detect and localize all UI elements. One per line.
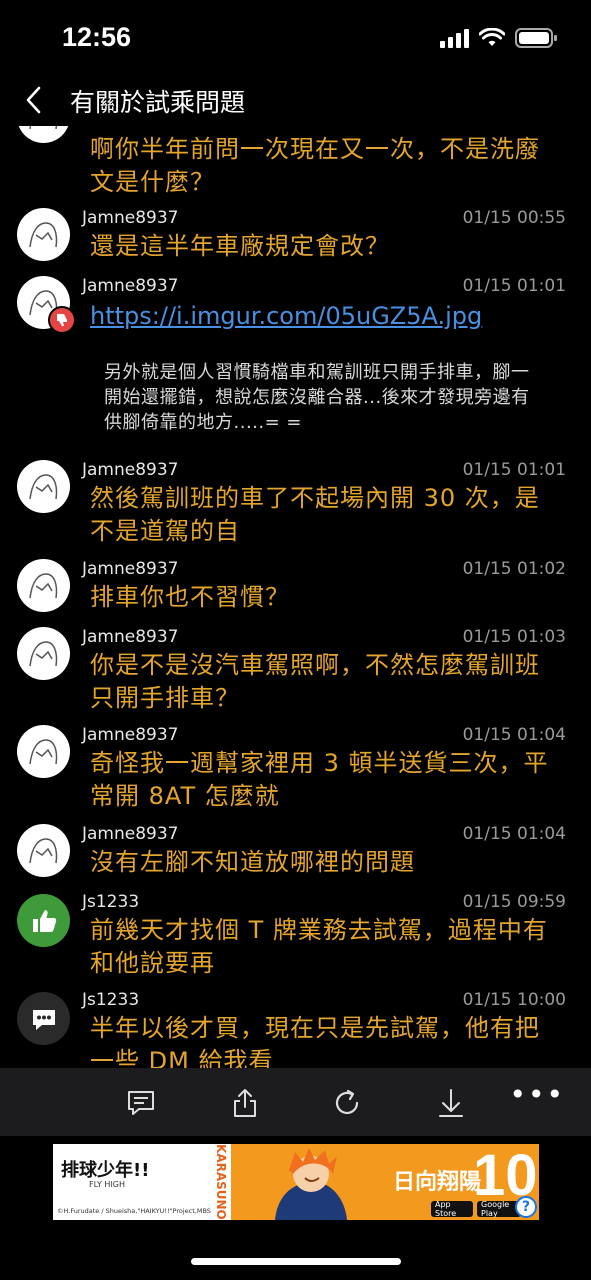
timestamp: 01/15 09:59 bbox=[462, 892, 566, 912]
message-text: 然後駕訓班的車了不起場內開 30 次，是不是道駕的自 bbox=[90, 484, 540, 545]
cellular-signal-icon bbox=[440, 28, 469, 48]
username[interactable]: Jamne8937 bbox=[82, 208, 179, 228]
back-button[interactable] bbox=[14, 80, 54, 120]
username[interactable]: Jamne8937 bbox=[82, 824, 179, 844]
comment-icon bbox=[128, 1091, 154, 1115]
username[interactable]: Jamne8937 bbox=[82, 559, 179, 579]
ad-logo: 排球少年!! bbox=[61, 1160, 150, 1181]
avatar[interactable] bbox=[17, 725, 70, 778]
status-icons bbox=[440, 28, 557, 48]
message-text: 前幾天才找個 T 牌業務去試駕，過程中有和他說要再 bbox=[90, 916, 548, 977]
home-indicator bbox=[191, 1258, 401, 1265]
username[interactable]: Jamne8937 bbox=[82, 460, 179, 480]
avatar[interactable] bbox=[17, 824, 70, 877]
username[interactable]: Jamne8937 bbox=[82, 276, 179, 296]
app-store-button[interactable]: App Store bbox=[431, 1200, 473, 1218]
chat-bubble-icon bbox=[32, 1009, 55, 1030]
bottom-toolbar: ••• bbox=[0, 1068, 591, 1136]
message-text: 啊你半年前問一次現在又一次，不是洗廢文是什麼？ bbox=[90, 135, 540, 196]
user-sketch-icon bbox=[28, 473, 57, 499]
timestamp: 01/15 01:04 bbox=[462, 824, 566, 844]
username[interactable]: Js1233 bbox=[82, 892, 139, 912]
message-text: 排車你也不習慣？ bbox=[90, 583, 290, 611]
ad-brand: KARASUNO bbox=[211, 1144, 231, 1220]
message-text: 半年以後才買，現在只是先試駕，他有把一些 DM 給我看 bbox=[90, 1014, 540, 1068]
timestamp: 01/15 01:03 bbox=[462, 627, 566, 647]
chevron-left-icon bbox=[26, 86, 41, 114]
timestamp: 01/15 01:02 bbox=[462, 559, 566, 579]
avatar[interactable] bbox=[17, 894, 70, 947]
avatar[interactable] bbox=[17, 559, 70, 612]
user-sketch-icon bbox=[28, 572, 57, 598]
thumbs-down-badge-icon bbox=[48, 306, 76, 334]
message-list[interactable]: 啊你半年前問一次現在又一次，不是洗廢文是什麼？ Jamne8937 01/15 … bbox=[0, 126, 591, 1068]
status-bar: 12:56 bbox=[0, 0, 591, 80]
user-sketch-icon bbox=[28, 738, 57, 764]
ad-copyright: ©H.Furudate / Shueisha,"HAIKYU!!"Project… bbox=[57, 1207, 211, 1215]
image-link[interactable]: https://i.imgur.com/05uGZ5A.jpg bbox=[90, 302, 482, 330]
share-button[interactable] bbox=[228, 1086, 262, 1120]
username[interactable]: Jamne8937 bbox=[82, 627, 179, 647]
ad-logo-panel: 排球少年!! FLY HIGH ©H.Furudate / Shueisha,"… bbox=[53, 1144, 223, 1220]
page-title: 有關於試乘問題 bbox=[70, 88, 246, 117]
refresh-icon bbox=[335, 1089, 359, 1115]
help-icon[interactable]: ? bbox=[515, 1196, 537, 1218]
ad-headline: 日向翔陽 bbox=[393, 1170, 482, 1195]
nav-bar: 有關於試乘問題 bbox=[0, 80, 591, 126]
username[interactable]: Js1233 bbox=[82, 990, 139, 1010]
timestamp: 01/15 01:01 bbox=[462, 276, 566, 296]
message-text: 沒有左腳不知道放哪裡的問題 bbox=[90, 848, 415, 876]
message-text: 你是不是沒汽車駕照啊，不然怎麼駕訓班只開手排車？ bbox=[90, 651, 540, 712]
username[interactable]: Jamne8937 bbox=[82, 725, 179, 745]
wifi-icon bbox=[479, 28, 505, 46]
avatar[interactable] bbox=[17, 627, 70, 680]
timestamp: 01/15 10:00 bbox=[462, 990, 566, 1010]
avatar[interactable] bbox=[17, 460, 70, 513]
timestamp: 01/15 01:01 bbox=[462, 460, 566, 480]
more-button[interactable]: ••• bbox=[509, 1078, 565, 1111]
ad-logo-subtitle: FLY HIGH bbox=[89, 1180, 126, 1189]
message-text: 還是這半年車廠規定會改？ bbox=[90, 232, 390, 260]
download-arrow-icon bbox=[439, 1089, 463, 1117]
user-sketch-icon bbox=[28, 837, 57, 863]
comment-button[interactable] bbox=[124, 1086, 158, 1120]
user-sketch-icon bbox=[28, 221, 57, 247]
clock: 12:56 bbox=[62, 22, 132, 52]
ad-character-illustration bbox=[275, 1148, 347, 1220]
battery-icon bbox=[515, 28, 557, 48]
user-sketch-icon bbox=[28, 126, 57, 129]
user-sketch-icon bbox=[28, 640, 57, 666]
download-button[interactable] bbox=[434, 1086, 468, 1120]
quoted-text: 另外就是個人習慣騎檔車和駕訓班只開手排車，腳一開始還擺錯，想說怎麼沒離合器...… bbox=[104, 362, 530, 433]
refresh-button[interactable] bbox=[330, 1086, 364, 1120]
timestamp: 01/15 01:04 bbox=[462, 725, 566, 745]
avatar[interactable] bbox=[17, 992, 70, 1045]
ad-banner[interactable]: 排球少年!! FLY HIGH ©H.Furudate / Shueisha,"… bbox=[53, 1144, 539, 1220]
avatar[interactable] bbox=[17, 208, 70, 261]
share-icon bbox=[234, 1089, 256, 1117]
timestamp: 01/15 00:55 bbox=[462, 208, 566, 228]
thumbs-up-icon bbox=[32, 909, 56, 932]
message-text: 奇怪我一週幫家裡用 3 頓半送貨三次，平常開 8AT 怎麼就 bbox=[90, 749, 549, 810]
avatar[interactable] bbox=[17, 126, 70, 143]
